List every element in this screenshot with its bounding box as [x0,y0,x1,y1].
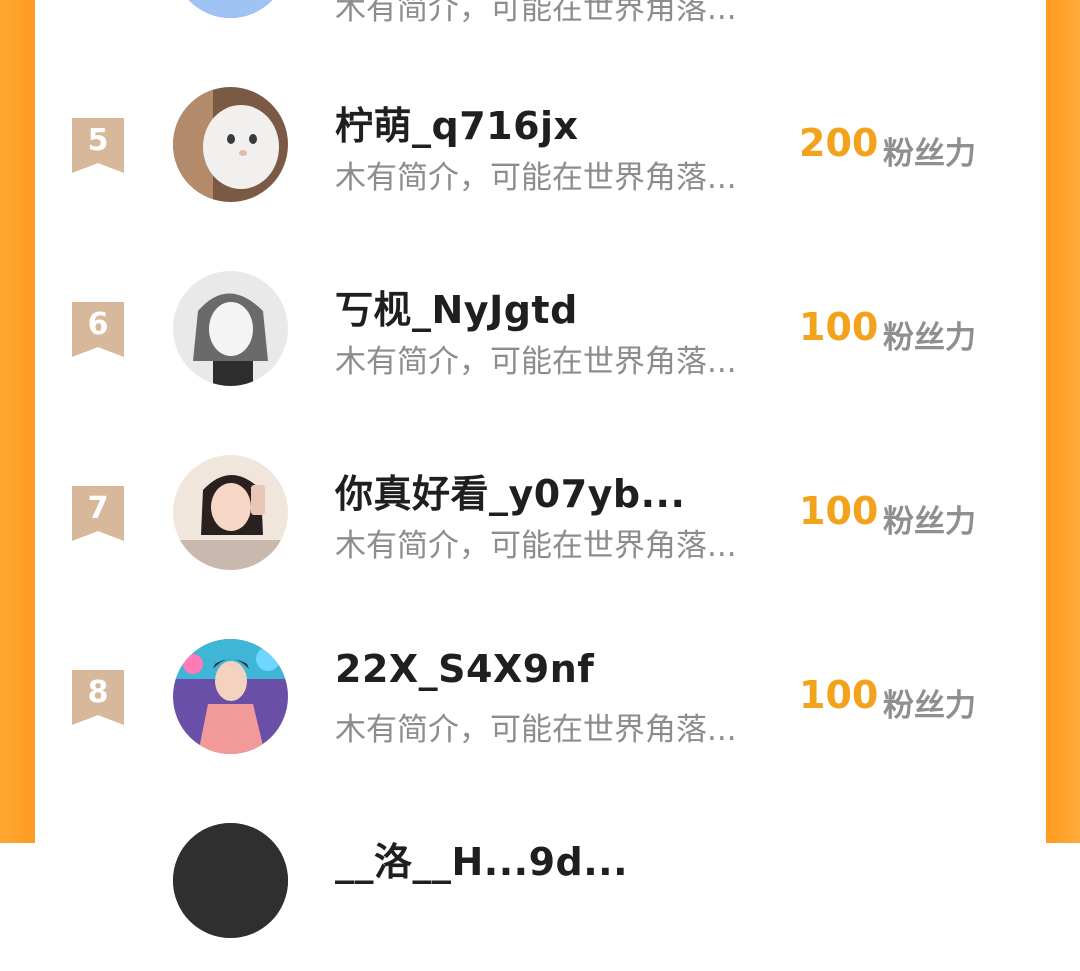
fan-power-unit: 粉丝力 [883,504,976,540]
username[interactable]: 丂枧_NyJgtd [335,279,578,334]
fan-power-unit: 粉丝力 [883,320,976,356]
avatar[interactable] [173,639,288,754]
left-frame-border [0,0,35,843]
fan-power-score: 100 [799,489,879,533]
user-bio: 木有简介，可能在世界角落... [335,528,737,564]
right-frame-border [1046,0,1080,843]
fan-power-score: 100 [799,305,879,349]
avatar-image-icon [173,823,288,938]
username[interactable]: 柠萌_q716jx [335,95,579,150]
list-item[interactable]: 6 丂枧_NyJgtd 木有简介，可能在世界角落... 100 粉丝力 [35,269,1046,419]
rank-badge: 5 [72,118,124,173]
list-item[interactable]: __洛__H...9d... [35,821,1046,971]
rank-number: 5 [87,123,109,158]
fan-power-score: 200 [799,121,879,165]
fan-power-unit: 粉丝力 [883,136,976,172]
list-item[interactable]: 8 22X_S4X9nf 木有简介，可能在世界角落... 100 粉丝力 [35,637,1046,787]
user-bio: 木有简介，可能在世界角落... [335,160,737,196]
performer-avatar-icon [173,639,288,754]
avatar[interactable] [173,455,288,570]
user-bio: 木有简介，可能在世界角落... [335,344,737,380]
username[interactable]: 你真好看_y07yb... [335,463,685,518]
avatar[interactable] [173,0,288,18]
sketch-girl-avatar-icon [173,271,288,386]
avatar-image-icon [173,0,288,18]
fan-power-score: 100 [799,673,879,717]
avatar[interactable] [173,823,288,938]
ranking-list: 木有简介，可能在世界角落... 5 柠萌_q716jx 木有简介，可能在世界角落… [35,0,1046,938]
selfie-avatar-icon [173,455,288,570]
list-item[interactable]: 7 你真好看_y07yb... 木有简介，可能在世界角落... 100 粉丝力 [35,453,1046,603]
avatar[interactable] [173,87,288,202]
username[interactable]: __洛__H...9d... [335,831,628,886]
avatar[interactable] [173,271,288,386]
list-item[interactable]: 5 柠萌_q716jx 木有简介，可能在世界角落... 200 粉丝力 [35,85,1046,235]
user-bio: 木有简介，可能在世界角落... [335,0,737,27]
cat-avatar-icon [173,87,288,202]
list-item[interactable]: 木有简介，可能在世界角落... [35,0,1046,58]
username[interactable]: 22X_S4X9nf [335,647,594,691]
rank-badge: 8 [72,670,124,725]
rank-number: 7 [87,491,109,526]
rank-badge: 6 [72,302,124,357]
rank-number: 6 [87,307,109,342]
fan-power-unit: 粉丝力 [883,688,976,724]
rank-number: 8 [87,675,109,710]
rank-badge: 7 [72,486,124,541]
user-bio: 木有简介，可能在世界角落... [335,712,737,748]
